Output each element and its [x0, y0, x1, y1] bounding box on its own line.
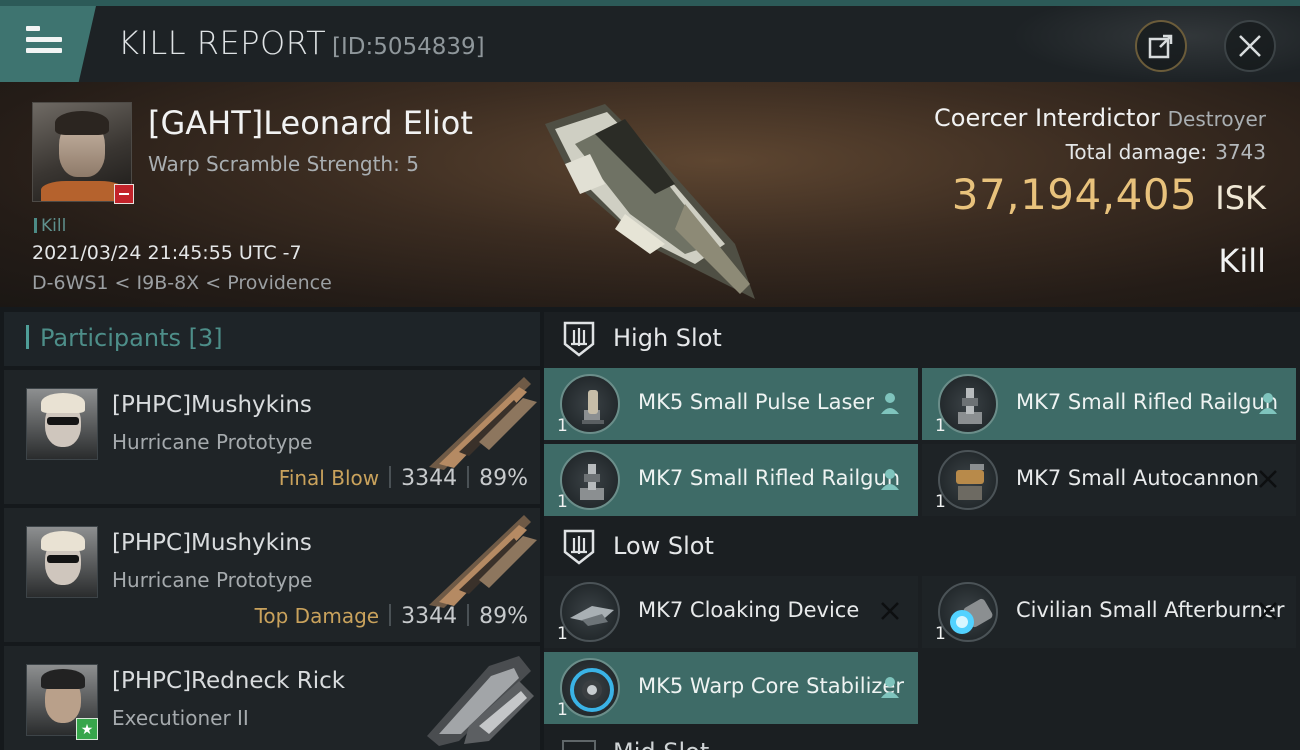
participant-row[interactable]: [PHPC]Mushykins Hurricane Prototype Top …	[4, 508, 540, 642]
total-damage-label: Total damage:	[1065, 140, 1208, 164]
title-bar: KILL REPORT [ID:5054839]	[0, 0, 1300, 82]
destroyed-x-icon	[1259, 470, 1277, 488]
pilot-icon	[881, 393, 899, 414]
victim-ship-image[interactable]	[535, 94, 765, 299]
pilot-icon	[1259, 393, 1277, 414]
ship-name-label: Coercer Interdictor	[934, 104, 1160, 132]
menu-button[interactable]	[0, 6, 96, 82]
close-icon	[1239, 35, 1261, 57]
module-quantity: 1	[557, 416, 568, 436]
module-quantity: 1	[557, 700, 568, 720]
module-quantity: 1	[557, 624, 568, 644]
victim-subtitle: Warp Scramble Strength: 5	[148, 152, 419, 176]
railgun-icon	[560, 450, 620, 510]
participant-percent: 89%	[479, 466, 528, 491]
victim-ship-name[interactable]: Coercer Interdictor Destroyer	[934, 104, 1266, 132]
page-title: KILL REPORT	[118, 24, 327, 62]
isk-value: 37,194,405	[951, 170, 1198, 219]
participants-header: Participants [3]	[4, 312, 540, 366]
cloaking-device-icon	[560, 582, 620, 642]
high-slot-icon	[563, 321, 595, 357]
module-item[interactable]: 1 MK5 Warp Core Stabilizer	[544, 652, 918, 724]
module-quantity: 1	[935, 492, 946, 512]
participant-ship: Executioner II	[112, 706, 249, 730]
autocannon-icon	[938, 450, 998, 510]
share-button[interactable]	[1135, 20, 1187, 72]
mid-slot-icon	[562, 740, 596, 750]
total-damage: Total damage: 3743	[1066, 140, 1266, 164]
report-id: [ID:5054839]	[332, 34, 485, 60]
participant-role: Final Blow	[278, 466, 380, 490]
participant-ship-image[interactable]	[419, 372, 537, 470]
kill-tag: Kill	[34, 216, 66, 236]
total-damage-value: 3743	[1215, 140, 1266, 164]
participants-label: Participants	[40, 324, 181, 352]
participant-ship: Hurricane Prototype	[112, 430, 313, 454]
hamburger-icon[interactable]	[26, 26, 62, 54]
participant-stats: Top Damage 3344 89%	[255, 604, 528, 629]
participant-role: Top Damage	[254, 604, 380, 628]
isk-value-line: 37,194,405 ISK	[952, 170, 1266, 219]
participant-ship: Hurricane Prototype	[112, 568, 313, 592]
module-name: MK7 Small Autocannon	[1016, 466, 1259, 490]
victim-name[interactable]: [GAHT]Leonard Eliot	[148, 104, 473, 142]
star-icon: ★	[76, 718, 98, 740]
low-slot-icon	[563, 529, 595, 565]
negative-standing-icon	[114, 184, 134, 204]
module-name: MK7 Cloaking Device	[638, 598, 860, 622]
kill-location[interactable]: D-6WS1 < I9B-8X < Providence	[32, 272, 332, 294]
pulse-laser-icon	[560, 374, 620, 434]
participants-count: [3]	[188, 324, 223, 352]
fittings-panel: High Slot 1 MK5 Small Pulse Laser 1 MK7 …	[544, 312, 1300, 750]
module-name: MK7 Small Rifled Railgun	[1016, 390, 1279, 414]
module-item[interactable]: 1 MK7 Small Rifled Railgun	[544, 444, 918, 516]
participant-damage: 3344	[401, 466, 458, 491]
destroyed-x-icon	[881, 602, 899, 620]
destroyed-x-icon	[1259, 602, 1277, 620]
participant-ship-image[interactable]	[419, 656, 537, 750]
module-item[interactable]: 1 MK7 Cloaking Device	[544, 576, 918, 648]
participant-damage: 3344	[401, 604, 458, 629]
module-name: MK7 Small Rifled Railgun	[638, 466, 901, 490]
participant-percent: 89%	[479, 604, 528, 629]
participant-avatar[interactable]	[26, 388, 98, 460]
victim-banner: [GAHT]Leonard Eliot Warp Scramble Streng…	[0, 82, 1300, 307]
module-name: MK5 Warp Core Stabilizer	[638, 674, 904, 698]
participant-row[interactable]: [PHPC]Mushykins Hurricane Prototype Fina…	[4, 370, 540, 504]
result-label: Kill	[1218, 242, 1266, 280]
module-item[interactable]: 1 MK7 Small Rifled Railgun	[922, 368, 1296, 440]
module-quantity: 1	[935, 624, 946, 644]
kill-timestamp: 2021/03/24 21:45:55 UTC -7	[32, 242, 302, 264]
low-slot-header: Low Slot	[544, 520, 1300, 574]
pilot-icon	[881, 677, 899, 698]
participant-stats: Final Blow 3344 89%	[279, 466, 528, 491]
participant-name: [PHPC]Redneck Rick	[112, 668, 346, 694]
module-item[interactable]: 1 Civilian Small Afterburner	[922, 576, 1296, 648]
module-name: MK5 Small Pulse Laser	[638, 390, 874, 414]
participant-name: [PHPC]Mushykins	[112, 392, 312, 418]
module-item[interactable]: 1 MK7 Small Autocannon	[922, 444, 1296, 516]
module-quantity: 1	[557, 492, 568, 512]
module-quantity: 1	[935, 416, 946, 436]
participant-row[interactable]: ★ [PHPC]Redneck Rick Executioner II	[4, 646, 540, 750]
participant-avatar[interactable]	[26, 526, 98, 598]
warp-core-stabilizer-icon	[560, 658, 620, 718]
high-slot-header: High Slot	[544, 312, 1300, 366]
ship-class-label: Destroyer	[1167, 107, 1266, 131]
mid-slot-title: Mid Slot	[613, 740, 713, 750]
participant-ship-image[interactable]	[419, 510, 537, 608]
afterburner-icon	[938, 582, 998, 642]
module-name: Civilian Small Afterburner	[1016, 598, 1285, 622]
isk-unit: ISK	[1215, 179, 1266, 217]
share-icon	[1148, 34, 1173, 59]
high-slot-title: High Slot	[613, 324, 722, 352]
low-slot-title: Low Slot	[613, 532, 714, 560]
railgun-icon	[938, 374, 998, 434]
module-item[interactable]: 1 MK5 Small Pulse Laser	[544, 368, 918, 440]
participants-panel: Participants [3] [PHPC]Mushykins Hurrica…	[4, 312, 540, 750]
participant-name: [PHPC]Mushykins	[112, 530, 312, 556]
pilot-icon	[881, 469, 899, 490]
close-button[interactable]	[1224, 20, 1276, 72]
